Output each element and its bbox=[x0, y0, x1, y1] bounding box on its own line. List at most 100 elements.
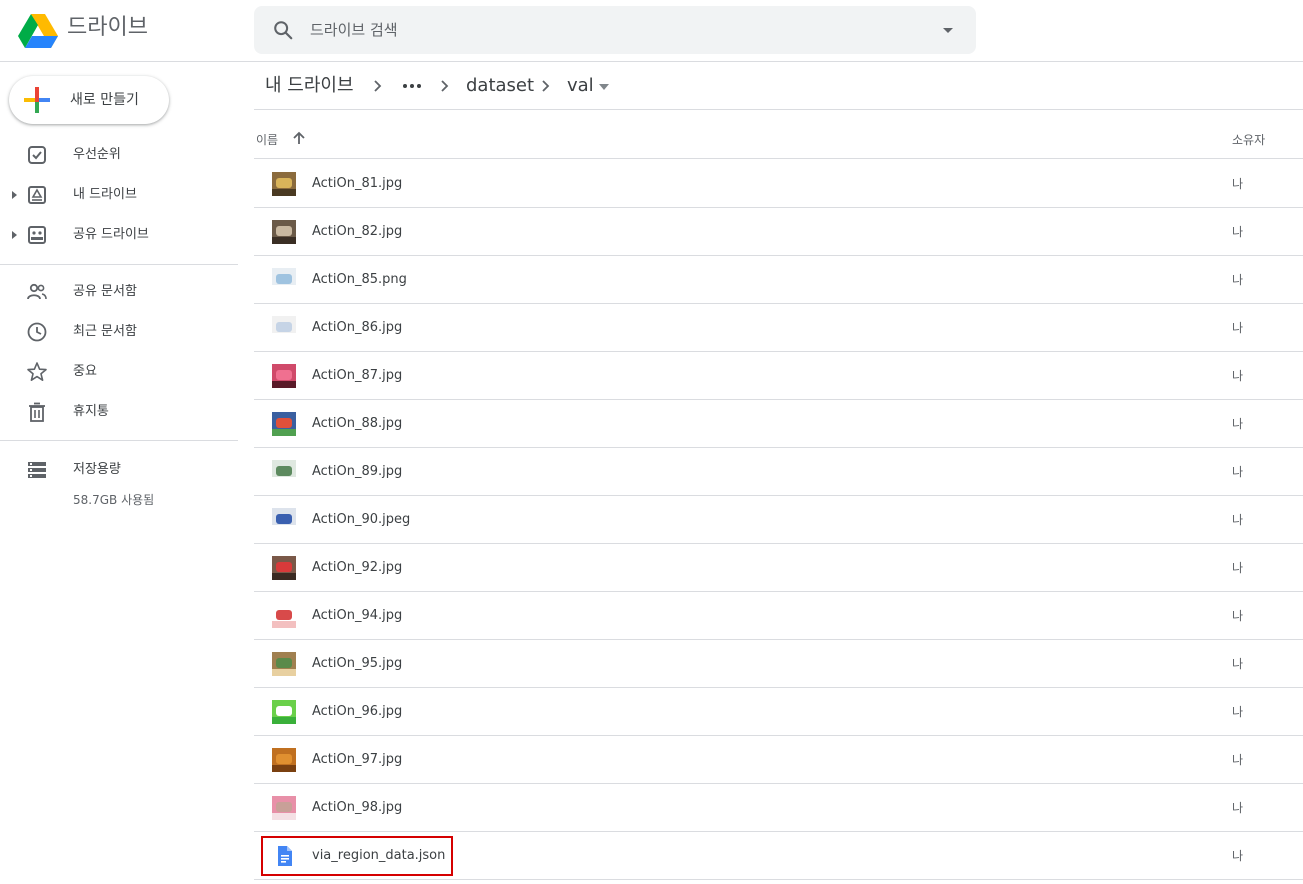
image-thumbnail bbox=[272, 412, 296, 436]
image-thumbnail bbox=[272, 172, 296, 196]
file-name: ActiOn_96.jpg bbox=[312, 704, 403, 719]
search-bar[interactable] bbox=[254, 6, 976, 54]
file-row[interactable]: ActiOn_82.jpg 나 bbox=[254, 208, 1303, 256]
breadcrumb-dataset[interactable]: dataset bbox=[466, 74, 534, 98]
file-name: ActiOn_89.jpg bbox=[312, 464, 403, 479]
chevron-right-icon bbox=[374, 80, 382, 92]
file-name: via_region_data.json bbox=[312, 848, 446, 863]
sidebar-item-shared-drives[interactable]: 공유 드라이브 bbox=[0, 217, 240, 253]
file-name: ActiOn_85.png bbox=[312, 272, 407, 287]
file-owner: 나 bbox=[1232, 225, 1244, 239]
trash-icon bbox=[29, 402, 45, 422]
file-owner: 나 bbox=[1232, 321, 1244, 335]
file-row[interactable]: via_region_data.json 나 bbox=[254, 832, 1303, 880]
file-row[interactable]: ActiOn_89.jpg 나 bbox=[254, 448, 1303, 496]
star-icon bbox=[27, 362, 47, 382]
file-row[interactable]: ActiOn_98.jpg 나 bbox=[254, 784, 1303, 832]
sidebar-item-recent[interactable]: 최근 문서함 bbox=[0, 314, 240, 350]
breadcrumb: 내 드라이브 dataset val bbox=[254, 62, 1303, 110]
people-icon bbox=[27, 283, 47, 300]
image-thumbnail bbox=[272, 556, 296, 580]
priority-check-icon bbox=[28, 146, 46, 164]
search-icon[interactable] bbox=[272, 19, 294, 41]
image-thumbnail bbox=[272, 364, 296, 388]
breadcrumb-current-folder[interactable]: val bbox=[567, 74, 594, 98]
sidebar-item-priority[interactable]: 우선순위 bbox=[0, 137, 240, 173]
sidebar-item-storage[interactable]: 저장용량 bbox=[0, 452, 240, 488]
file-row[interactable]: ActiOn_95.jpg 나 bbox=[254, 640, 1303, 688]
storage-usage-text: 58.7GB 사용됨 bbox=[73, 493, 155, 507]
column-header-owner: 소유자 bbox=[1232, 133, 1266, 147]
expand-arrow-icon[interactable] bbox=[9, 230, 19, 240]
drive-logo-icon[interactable] bbox=[18, 12, 58, 48]
clock-icon bbox=[27, 322, 47, 342]
file-row[interactable]: ActiOn_81.jpg 나 bbox=[254, 160, 1303, 208]
sidebar-divider bbox=[0, 264, 238, 265]
file-owner: 나 bbox=[1232, 417, 1244, 431]
sidebar: 새로 만들기 우선순위 내 드라이브 공유 드라이브 공유 문서함 최근 문서함… bbox=[0, 62, 240, 884]
image-thumbnail bbox=[272, 652, 296, 676]
file-name: ActiOn_97.jpg bbox=[312, 752, 403, 767]
file-row[interactable]: ActiOn_85.png 나 bbox=[254, 256, 1303, 304]
file-name: ActiOn_81.jpg bbox=[312, 176, 403, 191]
app-name[interactable]: 드라이브 bbox=[67, 14, 148, 42]
sidebar-item-label: 우선순위 bbox=[73, 147, 121, 162]
chevron-right-icon bbox=[542, 80, 550, 92]
file-name: ActiOn_95.jpg bbox=[312, 656, 403, 671]
image-thumbnail bbox=[272, 268, 296, 292]
file-row[interactable]: ActiOn_87.jpg 나 bbox=[254, 352, 1303, 400]
search-options-caret-icon[interactable] bbox=[938, 20, 958, 40]
file-owner: 나 bbox=[1232, 369, 1244, 383]
sidebar-item-starred[interactable]: 중요 bbox=[0, 354, 240, 390]
file-name: ActiOn_90.jpeg bbox=[312, 512, 411, 527]
file-owner: 나 bbox=[1232, 177, 1244, 191]
file-name: ActiOn_98.jpg bbox=[312, 800, 403, 815]
file-owner: 나 bbox=[1232, 513, 1244, 527]
file-row[interactable]: ActiOn_86.jpg 나 bbox=[254, 304, 1303, 352]
top-header: 드라이브 bbox=[0, 0, 1303, 62]
file-owner: 나 bbox=[1232, 753, 1244, 767]
sidebar-item-my-drive[interactable]: 내 드라이브 bbox=[0, 177, 240, 213]
more-horiz-icon[interactable] bbox=[401, 78, 423, 94]
file-owner: 나 bbox=[1232, 801, 1244, 815]
sidebar-divider bbox=[0, 440, 238, 441]
new-button-label: 새로 만들기 bbox=[70, 92, 139, 108]
breadcrumb-my-drive[interactable]: 내 드라이브 bbox=[265, 74, 354, 98]
sidebar-item-label: 휴지통 bbox=[73, 404, 109, 419]
file-row[interactable]: ActiOn_96.jpg 나 bbox=[254, 688, 1303, 736]
file-row[interactable]: ActiOn_90.jpeg 나 bbox=[254, 496, 1303, 544]
column-header-name[interactable]: 이름 bbox=[256, 132, 278, 148]
file-row[interactable]: ActiOn_88.jpg 나 bbox=[254, 400, 1303, 448]
image-thumbnail bbox=[272, 460, 296, 484]
file-name: ActiOn_94.jpg bbox=[312, 608, 403, 623]
file-owner: 나 bbox=[1232, 465, 1244, 479]
file-row[interactable]: ActiOn_92.jpg 나 bbox=[254, 544, 1303, 592]
sidebar-item-label: 내 드라이브 bbox=[73, 187, 137, 202]
sidebar-item-label: 공유 문서함 bbox=[73, 284, 137, 299]
sort-arrow-up-icon[interactable] bbox=[292, 131, 306, 145]
expand-arrow-icon[interactable] bbox=[9, 190, 19, 200]
sidebar-item-shared-with-me[interactable]: 공유 문서함 bbox=[0, 274, 240, 310]
file-owner: 나 bbox=[1232, 609, 1244, 623]
google-docs-icon bbox=[278, 846, 292, 866]
file-name: ActiOn_88.jpg bbox=[312, 416, 403, 431]
file-name: ActiOn_82.jpg bbox=[312, 224, 403, 239]
shared-drives-icon bbox=[28, 226, 46, 244]
file-name: ActiOn_92.jpg bbox=[312, 560, 403, 575]
new-button[interactable]: 새로 만들기 bbox=[9, 76, 169, 124]
image-thumbnail bbox=[272, 604, 296, 628]
plus-icon bbox=[24, 87, 50, 113]
image-thumbnail bbox=[272, 700, 296, 724]
search-input[interactable] bbox=[310, 18, 910, 42]
sidebar-item-trash[interactable]: 휴지통 bbox=[0, 394, 240, 430]
file-owner: 나 bbox=[1232, 273, 1244, 287]
sidebar-item-label: 공유 드라이브 bbox=[73, 227, 149, 242]
image-thumbnail bbox=[272, 748, 296, 772]
storage-icon bbox=[28, 462, 46, 478]
folder-menu-caret-icon[interactable] bbox=[598, 83, 610, 91]
file-owner: 나 bbox=[1232, 849, 1244, 863]
file-row[interactable]: ActiOn_97.jpg 나 bbox=[254, 736, 1303, 784]
file-name: ActiOn_87.jpg bbox=[312, 368, 403, 383]
file-owner: 나 bbox=[1232, 561, 1244, 575]
file-row[interactable]: ActiOn_94.jpg 나 bbox=[254, 592, 1303, 640]
